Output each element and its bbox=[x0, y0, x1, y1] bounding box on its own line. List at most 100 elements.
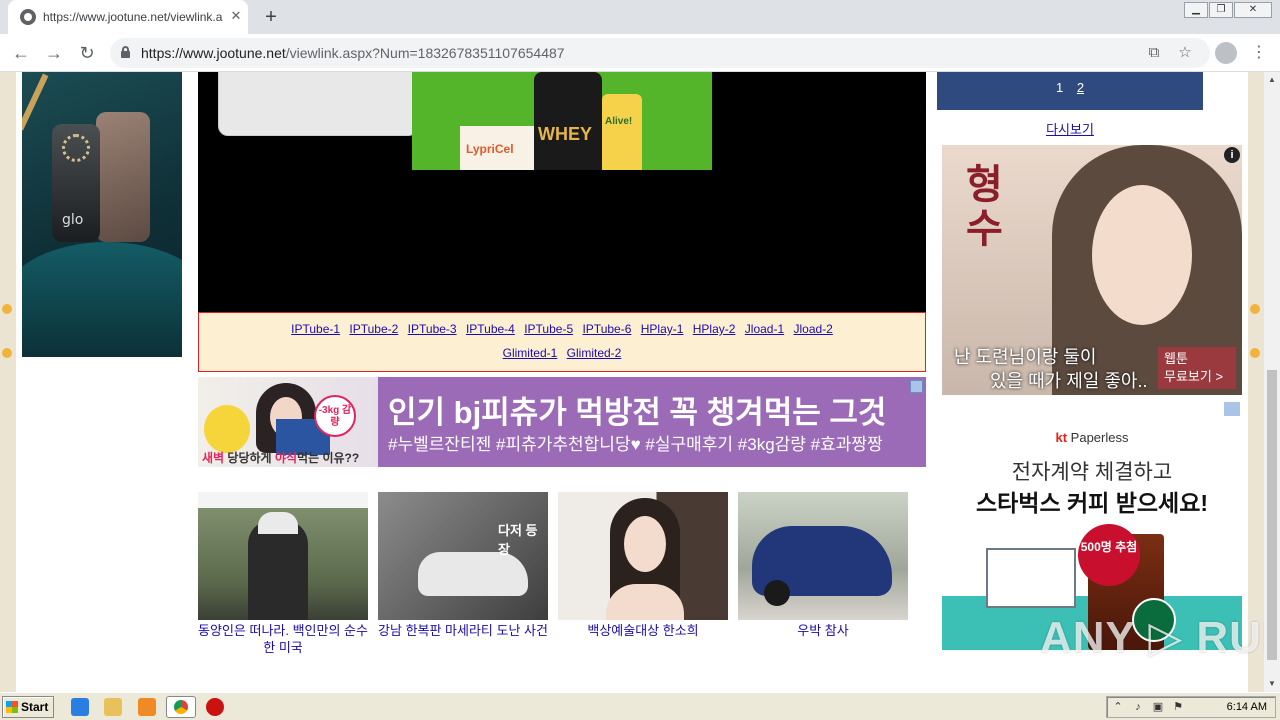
link-iptube-3[interactable]: IPTube-3 bbox=[408, 322, 457, 336]
promo-hashtags: #누벨르잔티젠 #피츄가추천합니당♥ #실구매후기 #3kg감량 #효과짱짱 bbox=[388, 435, 883, 454]
diet-promo-banner[interactable]: -3kg 감량 새벽 당당하게 야식먹는 이유?? 인기 bj피츄가 먹방전 꼭… bbox=[198, 377, 926, 467]
link-glimited-2[interactable]: Glimited-2 bbox=[567, 346, 622, 360]
ad-device-emblem bbox=[62, 134, 90, 162]
tray-expand-icon[interactable]: ⌃ bbox=[1111, 700, 1125, 714]
ad-brand: glo bbox=[62, 212, 84, 228]
promo-headline: 인기 bj피츄가 먹방전 꼭 챙겨먹는 그것 bbox=[388, 395, 887, 430]
link-jload-1[interactable]: Jload-1 bbox=[745, 322, 784, 336]
link-iptube-1[interactable]: IPTube-1 bbox=[291, 322, 340, 336]
video-player[interactable]: LypriCel WHEY Alive! bbox=[198, 72, 926, 312]
scroll-up-icon[interactable]: ▲ bbox=[1264, 72, 1280, 88]
link-iptube-6[interactable]: IPTube-6 bbox=[582, 322, 631, 336]
webtoon-tagline-2: 있을 때가 제일 좋아.. bbox=[990, 371, 1148, 391]
close-window-button[interactable]: ✕ bbox=[1234, 2, 1272, 18]
bookmark-star-icon[interactable]: ☆ bbox=[1176, 44, 1194, 62]
page-2-link[interactable]: 2 bbox=[1077, 80, 1084, 95]
globe-icon bbox=[20, 9, 36, 25]
media-player-icon[interactable] bbox=[138, 698, 156, 716]
taskbar-clock[interactable]: 6:14 AM bbox=[1227, 701, 1267, 713]
browser-tab[interactable]: https://www.jootune.net/viewlink.a ✕ bbox=[8, 0, 248, 34]
minimize-button[interactable]: ▁ bbox=[1184, 2, 1208, 18]
news-caption[interactable]: 동양인은 떠나라. 백인만의 순수한 미국 bbox=[198, 622, 368, 656]
tab-strip: https://www.jootune.net/viewlink.a ✕ + ▁… bbox=[0, 0, 1280, 34]
thumb-overlay-text: 다저 등장 bbox=[498, 523, 538, 557]
news-card[interactable]: 백상예술대상 한소희 bbox=[558, 492, 728, 639]
link-hplay-1[interactable]: HPlay-1 bbox=[641, 322, 684, 336]
news-thumbnail[interactable]: 다저 등장 bbox=[378, 492, 548, 620]
left-ad-banner[interactable]: glo bbox=[22, 72, 182, 357]
adchoices-icon[interactable] bbox=[1224, 402, 1240, 416]
info-icon[interactable]: i bbox=[1224, 147, 1240, 163]
thumb-car bbox=[418, 552, 528, 596]
page-1: 1 bbox=[1055, 80, 1064, 95]
restore-button[interactable]: ❐ bbox=[1209, 2, 1233, 18]
webtoon-title: 형수 bbox=[966, 163, 1003, 251]
ad-product-bottle: Alive! bbox=[602, 94, 642, 170]
stop-icon[interactable] bbox=[206, 698, 224, 716]
link-hplay-2[interactable]: HPlay-2 bbox=[693, 322, 736, 336]
link-glimited-1[interactable]: Glimited-1 bbox=[503, 346, 558, 360]
supplement-ad-banner[interactable]: LypriCel WHEY Alive! bbox=[412, 72, 712, 170]
ad-cloth bbox=[22, 242, 182, 357]
news-thumbnail[interactable] bbox=[198, 492, 368, 620]
ie-icon[interactable] bbox=[71, 698, 89, 716]
news-card[interactable]: 동양인은 떠나라. 백인만의 순수한 미국 bbox=[198, 492, 368, 656]
link-iptube-2[interactable]: IPTube-2 bbox=[349, 322, 398, 336]
start-button[interactable]: Start bbox=[2, 696, 54, 718]
news-thumbnail[interactable] bbox=[738, 492, 908, 620]
adchoices-icon[interactable] bbox=[910, 380, 923, 393]
windows-logo-icon bbox=[6, 701, 18, 713]
thumb-subject-hat bbox=[258, 512, 298, 534]
close-tab-icon[interactable]: ✕ bbox=[228, 8, 244, 24]
tab-title: https://www.jootune.net/viewlink.a bbox=[43, 10, 223, 24]
ad-device bbox=[96, 112, 150, 242]
link-jload-2[interactable]: Jload-2 bbox=[794, 322, 833, 336]
link-iptube-5[interactable]: IPTube-5 bbox=[524, 322, 573, 336]
menu-kebab-icon[interactable]: ⋮ bbox=[1249, 42, 1269, 64]
scroll-down-icon[interactable]: ▼ bbox=[1264, 676, 1280, 692]
kt-brand: kt Paperless bbox=[1055, 430, 1129, 445]
popup-blocked-icon[interactable]: ⧉ bbox=[1145, 44, 1163, 62]
volume-icon[interactable]: ♪ bbox=[1131, 700, 1145, 714]
new-tab-button[interactable]: + bbox=[259, 5, 283, 29]
ad-character-face bbox=[1092, 185, 1192, 325]
action-center-flag-icon[interactable]: ⚑ bbox=[1171, 700, 1185, 714]
news-thumbnail[interactable] bbox=[558, 492, 728, 620]
news-caption[interactable]: 우박 참사 bbox=[738, 622, 908, 639]
replay-link[interactable]: 다시보기 bbox=[937, 119, 1203, 138]
back-button[interactable]: ← bbox=[7, 39, 35, 67]
news-card[interactable]: 다저 등장 강남 한복판 마세라티 도난 사건 bbox=[378, 492, 548, 639]
ad-product-box: LypriCel bbox=[460, 126, 536, 170]
scrollbar-thumb[interactable] bbox=[1267, 370, 1277, 660]
decor-dot bbox=[1250, 304, 1260, 314]
reload-button[interactable]: ↻ bbox=[73, 39, 101, 67]
explorer-folder-icon[interactable] bbox=[104, 698, 122, 716]
address-bar[interactable]: https://www.jootune.net/viewlink.aspx?Nu… bbox=[110, 38, 1210, 68]
browser-toolbar: ← → ↻ https://www.jootune.net/viewlink.a… bbox=[0, 34, 1280, 72]
promo-mascot bbox=[204, 405, 250, 453]
news-card[interactable]: 우박 참사 bbox=[738, 492, 908, 639]
webtoon-ad[interactable]: 형수 난 도련님이랑 둘이 있을 때가 제일 좋아.. 웹툰 무료보기 > i bbox=[942, 145, 1242, 395]
promo-badge: -3kg 감량 bbox=[314, 395, 356, 437]
webtoon-tagline-1: 난 도련님이랑 둘이 bbox=[954, 347, 1097, 367]
decor-dot bbox=[2, 304, 12, 314]
network-icon[interactable]: ▣ bbox=[1151, 700, 1165, 714]
page-scrollbar[interactable]: ▲ ▼ bbox=[1264, 72, 1280, 692]
news-caption[interactable]: 백상예술대상 한소희 bbox=[558, 622, 728, 639]
url-text: https://www.jootune.net/viewlink.aspx?Nu… bbox=[141, 45, 565, 61]
thumb-subject bbox=[248, 520, 308, 620]
prize-seal: 500명 추첨 bbox=[1078, 524, 1140, 586]
chrome-task-button[interactable] bbox=[166, 696, 196, 718]
chrome-icon bbox=[174, 700, 188, 714]
thumb-subject-face bbox=[624, 516, 666, 572]
page-content: glo LypriCel WHEY Alive! IPTube-1 IPTube… bbox=[16, 72, 1248, 692]
link-iptube-4[interactable]: IPTube-4 bbox=[466, 322, 515, 336]
kt-ad-line-2: 스타벅스 커피 받으세요! bbox=[975, 490, 1209, 516]
news-caption[interactable]: 강남 한복판 마세라티 도난 사건 bbox=[378, 622, 548, 639]
webtoon-cta-button[interactable]: 웹툰 무료보기 > bbox=[1158, 347, 1236, 389]
ad-ribbon bbox=[22, 73, 49, 131]
mirror-link-bar: IPTube-1 IPTube-2 IPTube-3 IPTube-4 IPTu… bbox=[198, 312, 926, 372]
promo-subcaption: 새벽 당당하게 야식먹는 이유?? bbox=[202, 451, 360, 465]
forward-button[interactable]: → bbox=[40, 39, 68, 67]
profile-avatar-icon[interactable] bbox=[1215, 42, 1237, 64]
